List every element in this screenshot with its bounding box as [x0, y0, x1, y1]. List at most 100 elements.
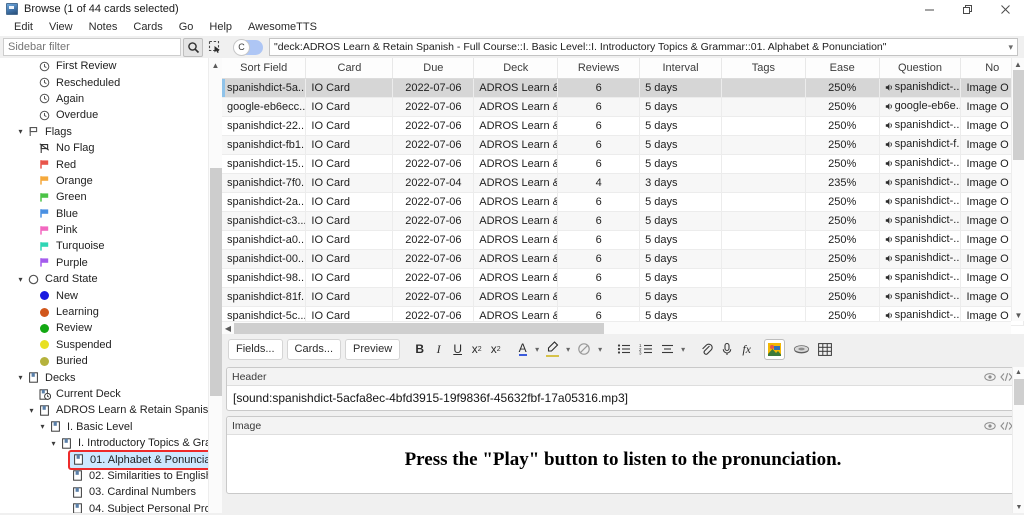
preview-button[interactable]: Preview — [345, 338, 401, 360]
sidebar-item-04-subject-personal-prono[interactable]: 04. Subject Personal Prono... — [0, 501, 208, 513]
sidebar-item-rescheduled[interactable]: Rescheduled — [0, 74, 208, 90]
sidebar-item-orange[interactable]: Orange — [0, 173, 208, 189]
sidebar-filter-input[interactable] — [3, 38, 181, 56]
table-hscroll-thumb[interactable] — [234, 323, 604, 334]
text-color-button[interactable]: A — [513, 339, 532, 360]
sidebar-item-red[interactable]: Red — [0, 156, 208, 172]
italic-button[interactable]: I — [429, 339, 448, 360]
table-row[interactable]: spanishdict-15... IO Card 2022-07-06 ADROS … — [222, 154, 1024, 174]
eye-icon[interactable] — [982, 372, 998, 382]
scroll-down-icon[interactable]: ▼ — [1012, 309, 1024, 321]
scroll-up-icon[interactable]: ▲ — [1013, 367, 1024, 378]
sidebar-item-no-flag[interactable]: No Flag — [0, 140, 208, 156]
eye-icon[interactable] — [982, 421, 998, 431]
menu-edit[interactable]: Edit — [6, 18, 41, 36]
minimize-icon[interactable] — [910, 0, 948, 18]
image-occlusion-icon[interactable] — [764, 338, 786, 360]
close-icon[interactable] — [986, 0, 1024, 18]
awesometts-icon[interactable] — [789, 339, 814, 360]
scroll-left-icon[interactable]: ◀ — [222, 324, 234, 333]
fields-scrollbar[interactable]: ▲ ▼ — [1012, 367, 1024, 513]
table-row[interactable]: spanishdict-81f... IO Card 2022-07-06 ADROS… — [222, 287, 1024, 307]
sidebar-item-i-basic-level[interactable]: ▾ I. Basic Level — [0, 419, 208, 435]
sidebar-item-02-similarities-to-english[interactable]: 02. Similarities to English & ... — [0, 468, 208, 484]
chevron-down-icon[interactable]: ▾ — [1004, 42, 1013, 53]
search-mode-toggle[interactable]: C — [233, 38, 263, 56]
field-value-image[interactable]: Press the "Play" button to listen to the… — [227, 435, 1019, 493]
table-row[interactable]: spanishdict-7f0... IO Card 2022-07-04 ADROS… — [222, 173, 1024, 193]
eraser-chevron-down-icon[interactable]: ▾ — [595, 339, 605, 360]
table-row[interactable]: spanishdict-00... IO Card 2022-07-06 ADROS … — [222, 249, 1024, 269]
text-color-chevron-down-icon[interactable]: ▾ — [532, 339, 542, 360]
highlight-chevron-down-icon[interactable]: ▾ — [563, 339, 573, 360]
sidebar-item-decks[interactable]: ▾ Decks — [0, 369, 208, 385]
table-horizontal-scrollbar[interactable]: ◀ — [222, 321, 1011, 334]
chevron-down-icon[interactable]: ▾ — [15, 373, 26, 382]
eraser-icon[interactable] — [573, 339, 595, 360]
sidebar-item-pink[interactable]: Pink — [0, 222, 208, 238]
table-vscroll-thumb[interactable] — [1013, 70, 1024, 160]
sidebar-item-i-introductory-topics-gram[interactable]: ▾ I. Introductory Topics & Gram... — [0, 435, 208, 451]
sidebar-item-blue[interactable]: Blue — [0, 206, 208, 222]
ordered-list-icon[interactable]: 1 2 3 — [635, 339, 657, 360]
table-row[interactable]: spanishdict-2a... IO Card 2022-07-06 ADROS … — [222, 192, 1024, 212]
sidebar-item-green[interactable]: Green — [0, 189, 208, 205]
align-icon[interactable] — [657, 339, 678, 360]
column-header-card[interactable]: Card — [305, 58, 394, 79]
sidebar-item-buried[interactable]: Buried — [0, 353, 208, 369]
sidebar-item-overdue[interactable]: Overdue — [0, 107, 208, 123]
microphone-icon[interactable] — [717, 339, 737, 360]
column-header-question[interactable]: Question — [879, 58, 962, 79]
superscript-button[interactable]: x2 — [467, 339, 486, 360]
menu-awesometts[interactable]: AwesomeTTS — [240, 18, 325, 36]
column-header-reviews[interactable]: Reviews — [557, 58, 641, 79]
sidebar-item-again[interactable]: Again — [0, 91, 208, 107]
table-row[interactable]: spanishdict-fb1... IO Card 2022-07-06 ADROS… — [222, 135, 1024, 155]
restore-icon[interactable] — [948, 0, 986, 18]
column-header-ease[interactable]: Ease — [805, 58, 880, 79]
sidebar-item-turquoise[interactable]: Turquoise — [0, 238, 208, 254]
menu-help[interactable]: Help — [201, 18, 240, 36]
menu-cards[interactable]: Cards — [125, 18, 170, 36]
menu-view[interactable]: View — [41, 18, 81, 36]
table-row[interactable]: spanishdict-c3... IO Card 2022-07-06 ADROS … — [222, 211, 1024, 231]
underline-button[interactable]: U — [448, 339, 467, 360]
unordered-list-icon[interactable] — [613, 339, 635, 360]
magnifier-icon[interactable] — [183, 37, 203, 57]
sidebar-item-flags[interactable]: ▾ Flags — [0, 124, 208, 140]
chevron-down-icon[interactable]: ▾ — [15, 127, 26, 136]
search-input[interactable]: "deck:ADROS Learn & Retain Spanish - Ful… — [269, 38, 1018, 56]
marquee-select-icon[interactable] — [205, 38, 225, 57]
subscript-button[interactable]: x2 — [486, 339, 505, 360]
align-chevron-down-icon[interactable]: ▾ — [678, 339, 688, 360]
sidebar-item-learning[interactable]: Learning — [0, 304, 208, 320]
cards-button[interactable]: Cards... — [286, 338, 342, 360]
scroll-down-icon[interactable]: ▼ — [1013, 502, 1024, 513]
table-row[interactable]: spanishdict-22... IO Card 2022-07-06 ADROS … — [222, 116, 1024, 136]
field-value-header[interactable]: [sound:spanishdict-5acfa8ec-4bfd3915-19f… — [227, 386, 1019, 410]
paperclip-icon[interactable] — [696, 339, 717, 360]
table-row[interactable]: spanishdict-5a... IO Card 2022-07-06 ADROS … — [222, 78, 1024, 98]
sidebar-item-purple[interactable]: Purple — [0, 255, 208, 271]
table-row[interactable]: spanishdict-98... IO Card 2022-07-06 ADROS … — [222, 268, 1024, 288]
menu-notes[interactable]: Notes — [81, 18, 126, 36]
column-header-sort-field[interactable]: Sort Field — [222, 58, 307, 79]
scroll-up-icon[interactable]: ▲ — [209, 58, 222, 72]
chevron-down-icon[interactable]: ▾ — [15, 275, 26, 284]
table-vertical-scrollbar[interactable]: ▲ ▼ — [1011, 58, 1024, 321]
highlighter-icon[interactable] — [542, 339, 563, 360]
fields-button[interactable]: Fields... — [228, 338, 283, 360]
sidebar-scrollbar-thumb[interactable] — [210, 168, 222, 396]
column-header-tags[interactable]: Tags — [721, 58, 806, 79]
bold-button[interactable]: B — [410, 339, 429, 360]
sidebar-item-current-deck[interactable]: Current Deck — [0, 386, 208, 402]
column-header-interval[interactable]: Interval — [639, 58, 722, 79]
sidebar-item-suspended[interactable]: Suspended — [0, 337, 208, 353]
sidebar-scrollbar[interactable]: ▲ — [208, 58, 222, 513]
mathjax-button[interactable]: fx — [737, 339, 756, 360]
sidebar-item-review[interactable]: Review — [0, 320, 208, 336]
chevron-down-icon[interactable]: ▾ — [26, 406, 37, 415]
chevron-down-icon[interactable]: ▾ — [37, 422, 48, 431]
table-row[interactable]: spanishdict-a0... IO Card 2022-07-06 ADROS … — [222, 230, 1024, 250]
menu-go[interactable]: Go — [171, 18, 202, 36]
